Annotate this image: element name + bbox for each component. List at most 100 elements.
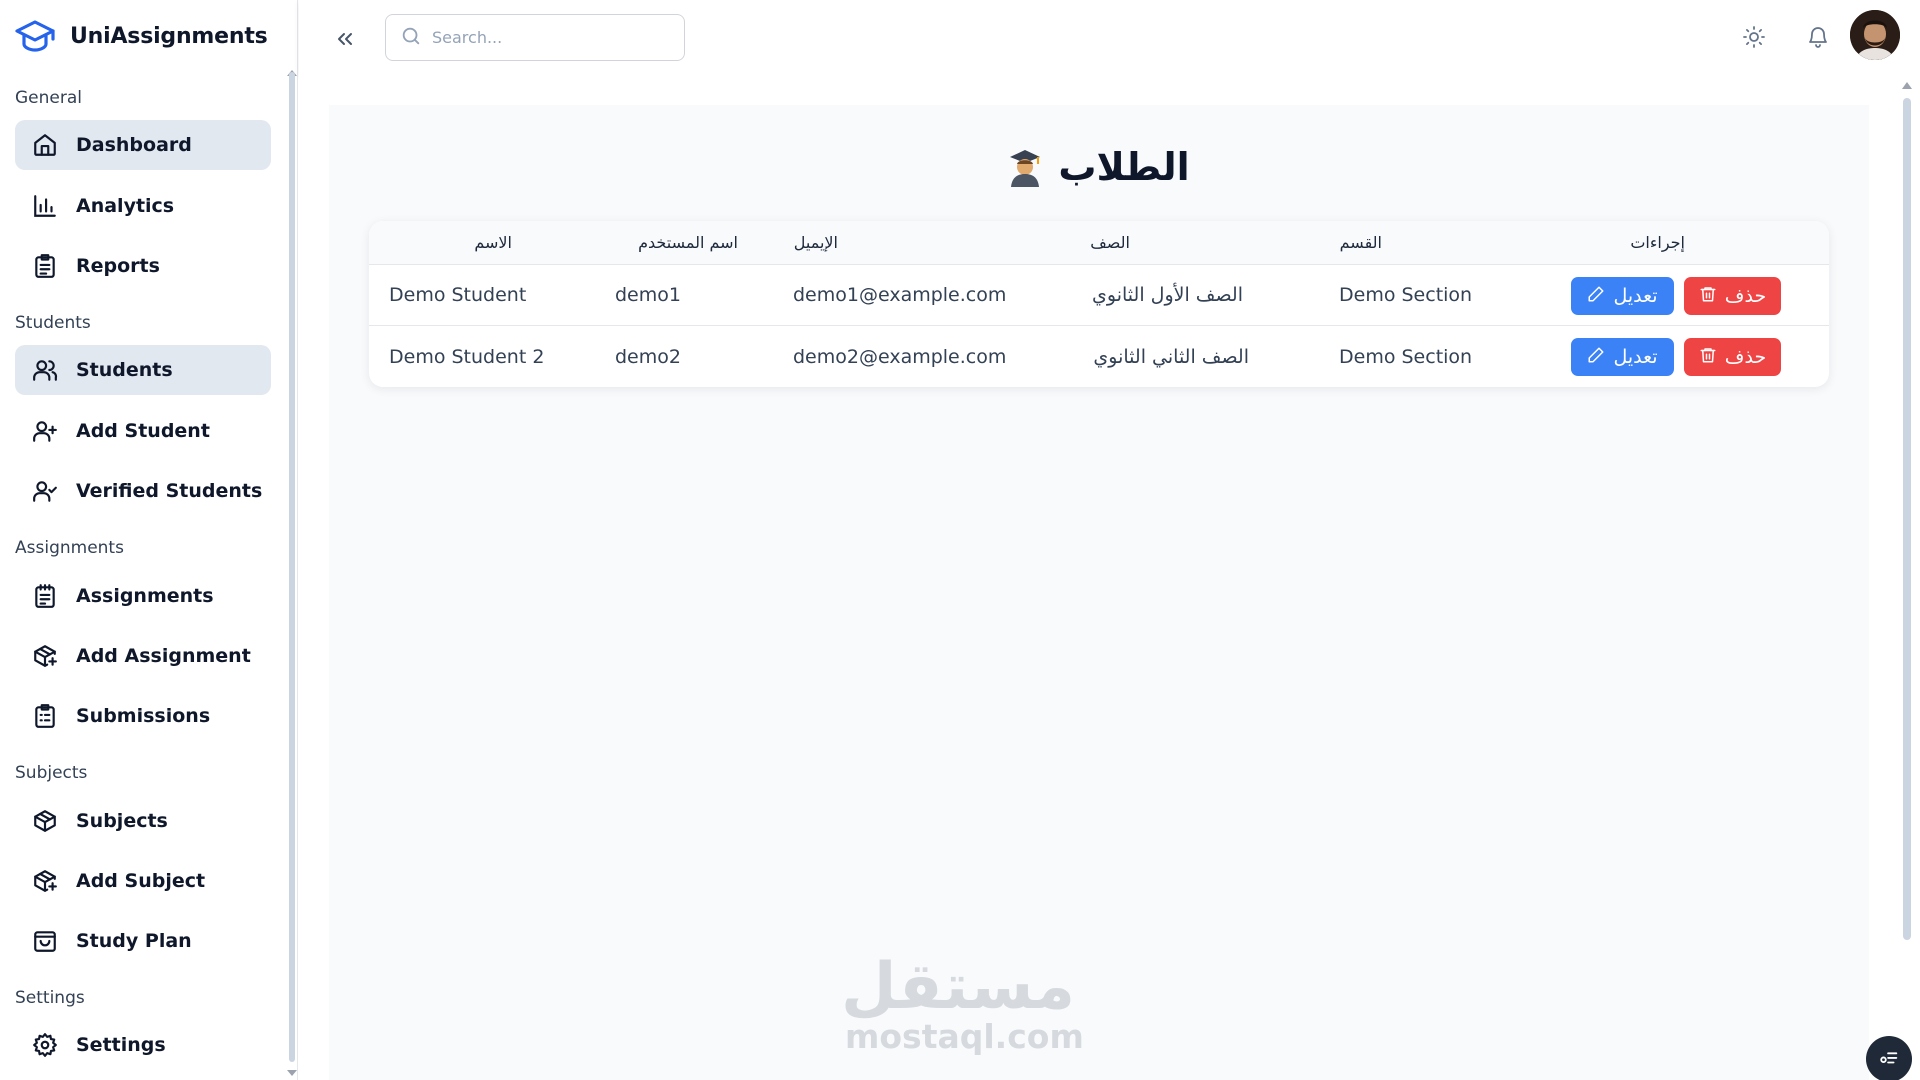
user-plus-icon [31, 417, 59, 445]
sidebar: UniAssignments General Dashboard Analyti… [0, 0, 298, 1080]
delete-label: حذف [1724, 346, 1767, 368]
sidebar-item-submissions[interactable]: Submissions [15, 691, 271, 741]
watermark-arabic: مستقل [840, 950, 1075, 1024]
section-label-general: General [15, 88, 82, 108]
package-plus-icon [31, 867, 59, 895]
pencil-icon [1587, 285, 1605, 308]
graduate-icon [1008, 147, 1042, 187]
cell-class: الصف الأول الثانوي [1092, 284, 1243, 306]
column-header-email: الإيميل [793, 233, 838, 252]
top-header [299, 0, 1920, 75]
table-row: Demo Student 2 demo2 demo2@example.com ا… [369, 326, 1829, 387]
double-chevron-left-icon[interactable] [328, 22, 362, 56]
brand-name: UniAssignments [70, 23, 268, 49]
sidebar-item-verified-students[interactable]: Verified Students [15, 466, 271, 516]
cell-username: demo2 [615, 345, 681, 368]
sidebar-item-label: Settings [76, 1034, 166, 1056]
column-header-actions: إجراءات [1630, 233, 1685, 252]
section-label-assignments: Assignments [15, 538, 124, 558]
bell-icon[interactable] [1801, 20, 1835, 54]
search-box[interactable] [385, 14, 685, 61]
clipboard-icon [31, 252, 59, 280]
sidebar-item-label: Students [76, 359, 173, 381]
section-label-subjects: Subjects [15, 763, 88, 783]
sidebar-item-label: Verified Students [76, 480, 263, 502]
column-header-username: اسم المستخدم [638, 233, 738, 252]
bar-chart-icon [31, 192, 59, 220]
package-plus-icon [31, 642, 59, 670]
sidebar-item-analytics[interactable]: Analytics [15, 181, 271, 231]
delete-button[interactable]: حذف [1684, 277, 1781, 315]
sidebar-item-study-plan[interactable]: Study Plan [15, 916, 271, 966]
sidebar-item-reports[interactable]: Reports [15, 241, 271, 291]
edit-button[interactable]: تعديل [1571, 277, 1674, 315]
sidebar-item-label: Analytics [76, 195, 175, 217]
sidebar-item-label: Add Student [76, 420, 210, 442]
scroll-down-arrow[interactable] [287, 1070, 297, 1076]
cell-class: الصف الثاني الثانوي [1093, 345, 1249, 368]
table-row: Demo Student demo1 demo1@example.com الص… [369, 265, 1829, 326]
sidebar-item-label: Reports [76, 255, 160, 277]
search-icon [400, 25, 422, 51]
sidebar-item-label: Submissions [76, 705, 211, 727]
avatar[interactable] [1850, 10, 1900, 60]
cell-email: demo1@example.com [793, 284, 1007, 306]
cell-name: Demo Student 2 [389, 345, 545, 368]
graduation-cap-icon [14, 16, 56, 56]
column-header-class: الصف [1090, 233, 1130, 252]
trash-icon [1699, 346, 1717, 369]
user-check-icon [31, 477, 59, 505]
gear-icon [31, 1031, 59, 1059]
brand[interactable]: UniAssignments [14, 16, 268, 56]
cell-username: demo1 [615, 284, 681, 306]
shopping-bag-icon [31, 927, 59, 955]
content-panel: الطلاب الاسم اسم المستخدم الإيميل الصف ا… [329, 105, 1869, 1080]
trash-icon [1699, 285, 1717, 308]
sidebar-item-label: Dashboard [76, 134, 192, 156]
main-scrollbar[interactable] [1903, 98, 1911, 940]
menu-fab-button[interactable] [1866, 1036, 1912, 1080]
sidebar-item-settings[interactable]: Settings [15, 1020, 271, 1070]
home-icon [31, 131, 59, 159]
watermark-latin: mostaql.com [845, 1017, 1084, 1056]
page-title-text: الطلاب [1058, 145, 1190, 189]
scroll-up-arrow[interactable] [1902, 82, 1912, 89]
sidebar-item-label: Assignments [76, 585, 214, 607]
sun-icon[interactable] [1737, 20, 1771, 54]
students-table: الاسم اسم المستخدم الإيميل الصف القسم إج… [369, 221, 1829, 387]
cell-section: Demo Section [1339, 284, 1473, 306]
sidebar-item-label: Study Plan [76, 930, 192, 952]
sidebar-item-label: Add Subject [76, 870, 206, 892]
clipboard-list-icon [31, 702, 59, 730]
pencil-icon [1587, 346, 1605, 369]
page-title: الطلاب [329, 145, 1869, 189]
watermark: مستقل mostaql.com [840, 950, 1084, 1056]
notepad-icon [31, 582, 59, 610]
table-header: الاسم اسم المستخدم الإيميل الصف القسم إج… [369, 221, 1829, 265]
sidebar-item-students[interactable]: Students [15, 345, 271, 395]
section-label-settings: Settings [15, 988, 85, 1008]
box-icon [31, 807, 59, 835]
edit-label: تعديل [1613, 285, 1658, 307]
edit-label: تعديل [1613, 346, 1658, 368]
edit-button[interactable]: تعديل [1571, 338, 1674, 376]
sidebar-item-dashboard[interactable]: Dashboard [15, 120, 271, 170]
column-header-name: الاسم [474, 233, 512, 252]
sidebar-item-label: Add Assignment [76, 645, 251, 667]
delete-button[interactable]: حذف [1684, 338, 1781, 376]
sidebar-item-subjects[interactable]: Subjects [15, 796, 271, 846]
sidebar-item-label: Subjects [76, 810, 168, 832]
search-input[interactable] [432, 28, 662, 47]
sidebar-item-add-subject[interactable]: Add Subject [15, 856, 271, 906]
sidebar-scrollbar[interactable] [289, 72, 295, 1062]
sidebar-item-add-student[interactable]: Add Student [15, 406, 271, 456]
list-icon [1878, 1046, 1900, 1072]
column-header-section: القسم [1339, 233, 1382, 252]
sidebar-item-assignments[interactable]: Assignments [15, 571, 271, 621]
cell-section: Demo Section [1339, 345, 1473, 368]
section-label-students: Students [15, 313, 91, 333]
sidebar-item-add-assignment[interactable]: Add Assignment [15, 631, 271, 681]
delete-label: حذف [1724, 285, 1767, 307]
main-area: الطلاب الاسم اسم المستخدم الإيميل الصف ا… [299, 75, 1920, 1080]
cell-name: Demo Student [389, 284, 527, 306]
